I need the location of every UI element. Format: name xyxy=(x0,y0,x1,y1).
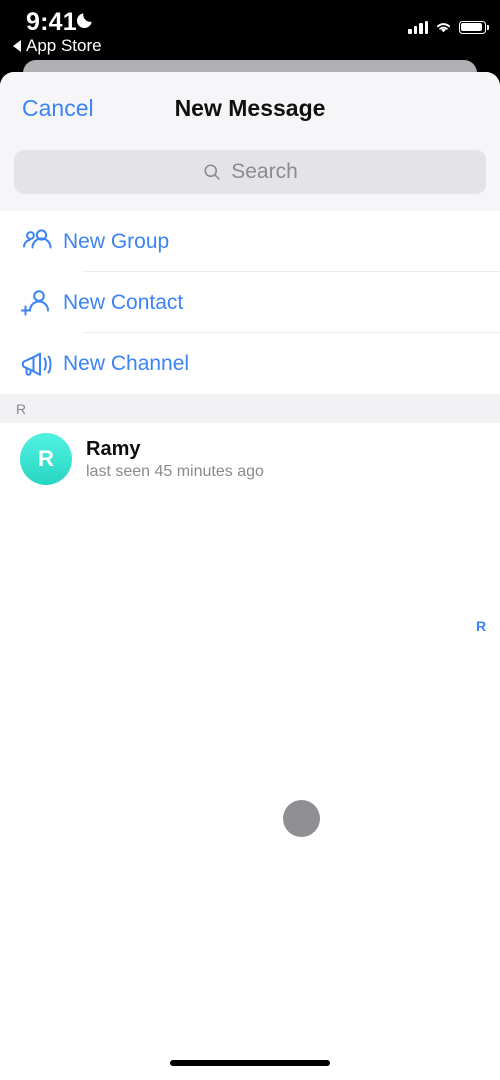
index-scrubber[interactable]: R xyxy=(471,618,491,634)
search-container: Search xyxy=(0,150,500,211)
status-bar: 9:41 App Store xyxy=(0,0,500,60)
phone-screen: 9:41 App Store Cancel New Message Search… xyxy=(0,0,500,1080)
avatar: R xyxy=(20,433,72,485)
battery-icon xyxy=(459,20,489,34)
megaphone-icon xyxy=(21,349,63,379)
back-label: App Store xyxy=(26,36,102,55)
wifi-icon xyxy=(436,23,451,33)
cellular-bars-icon xyxy=(408,20,428,34)
new-channel-label: New Channel xyxy=(63,351,190,375)
contact-row-ramy[interactable]: R Ramy last seen 45 minutes ago xyxy=(0,423,500,495)
page-title: New Message xyxy=(174,95,326,121)
new-group-row[interactable]: New Group xyxy=(0,211,500,272)
section-header: R xyxy=(0,394,500,423)
new-contact-label: New Contact xyxy=(63,290,184,314)
back-to-app-store[interactable]: App Store xyxy=(13,36,102,56)
two-people-icon xyxy=(21,227,63,257)
crescent-moon-icon xyxy=(76,13,92,29)
action-list: New Group New Contact New Channel xyxy=(0,211,500,394)
section-letter: R xyxy=(16,400,27,417)
touch-indicator xyxy=(283,800,320,837)
new-channel-row[interactable]: New Channel xyxy=(0,333,500,394)
search-input[interactable]: Search xyxy=(14,150,486,194)
index-letter-r[interactable]: R xyxy=(476,618,486,634)
status-time: 9:41 xyxy=(26,8,77,36)
avatar-initial: R xyxy=(38,446,54,471)
home-indicator xyxy=(170,1060,330,1066)
new-contact-row[interactable]: New Contact xyxy=(0,272,500,333)
navigation-bar: Cancel New Message xyxy=(0,72,500,150)
status-indicators xyxy=(408,20,489,34)
search-placeholder: Search xyxy=(231,160,298,183)
contact-text: Ramy last seen 45 minutes ago xyxy=(86,438,264,481)
contact-name: Ramy xyxy=(86,437,141,460)
contact-status: last seen 45 minutes ago xyxy=(86,462,264,480)
person-plus-icon xyxy=(21,288,63,318)
magnifier-icon xyxy=(204,164,221,180)
new-message-sheet: Cancel New Message Search New Group New … xyxy=(0,72,500,1080)
triangle-left-icon xyxy=(13,40,21,52)
new-group-label: New Group xyxy=(63,229,170,253)
